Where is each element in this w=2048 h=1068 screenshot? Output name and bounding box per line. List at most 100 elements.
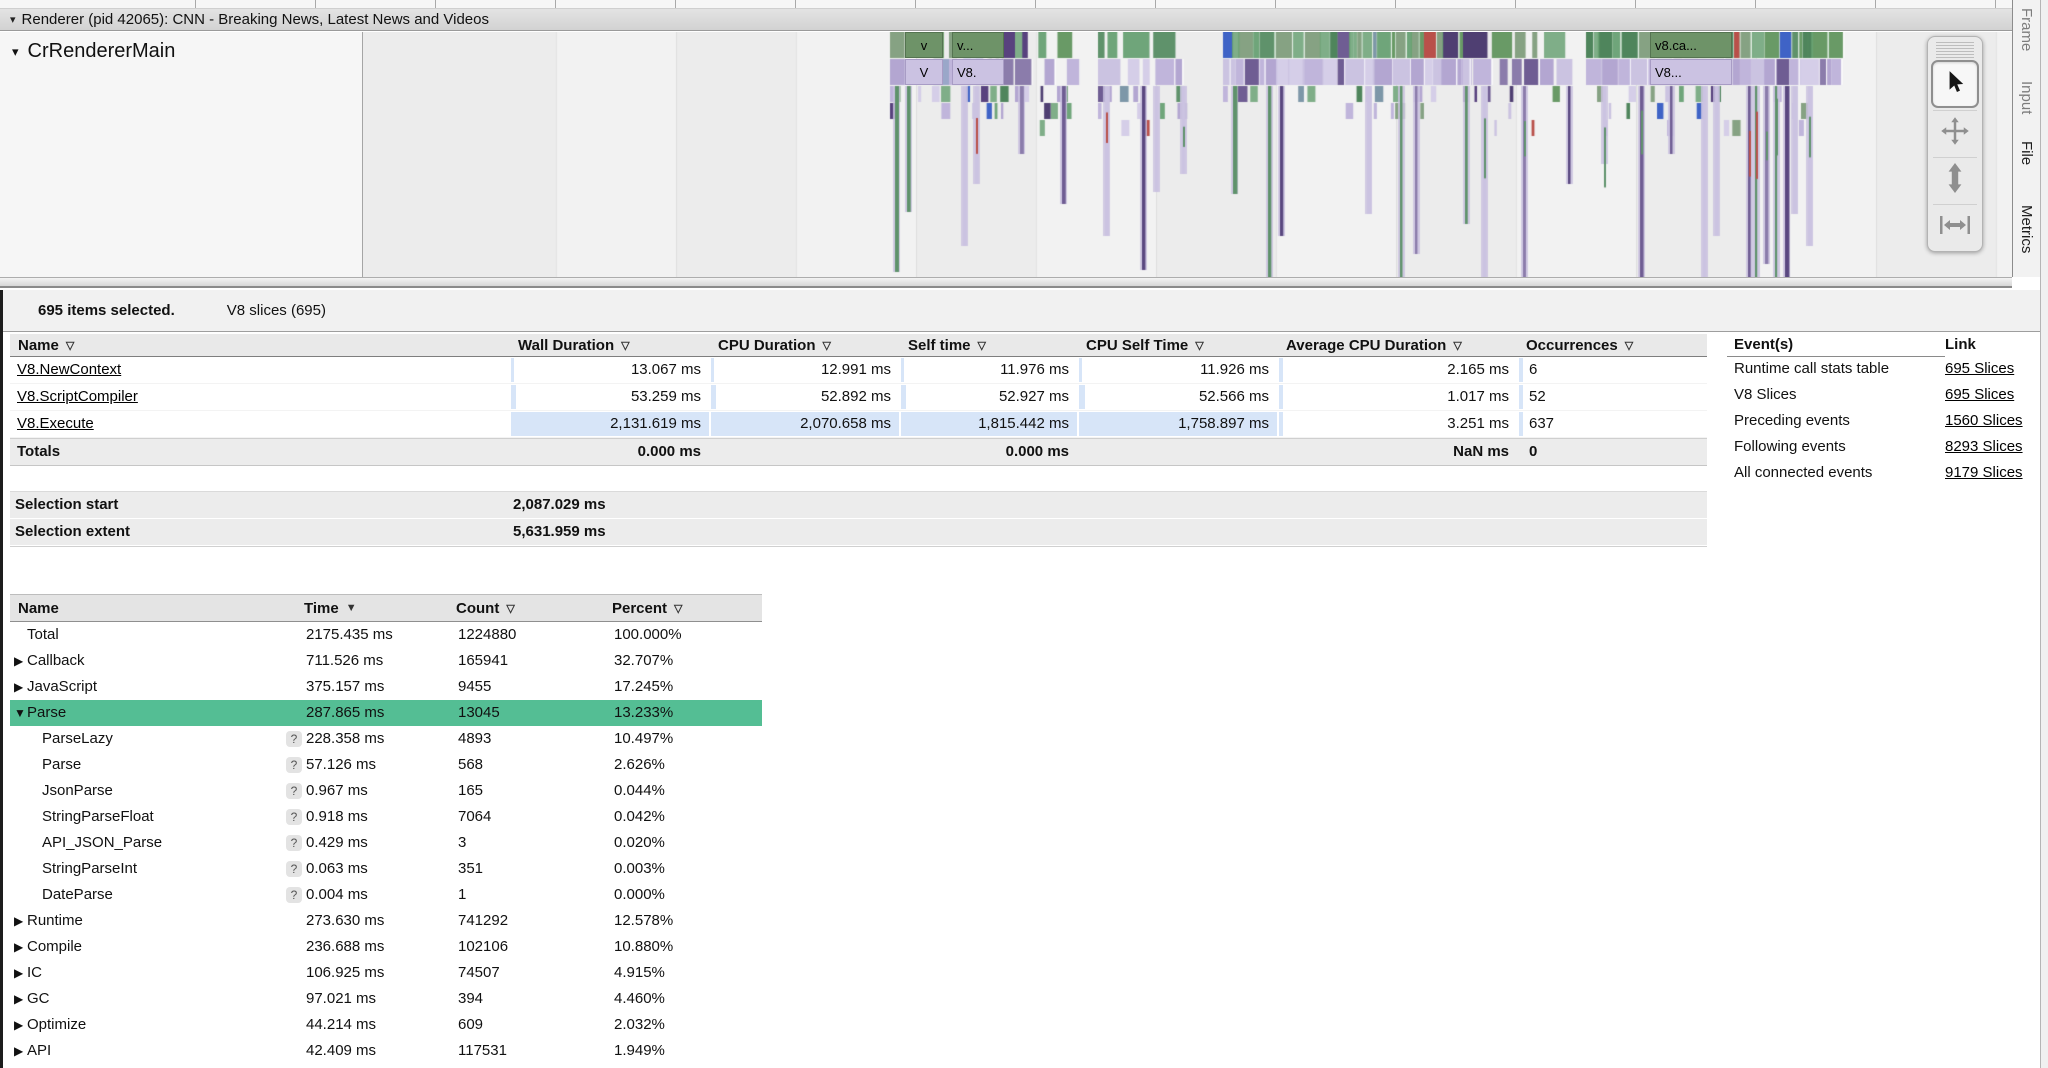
slice-name-cell: V8.ScriptCompiler: [10, 384, 510, 410]
slice-table-row: V8.Execute2,131.619 ms2,070.658 ms1,815.…: [10, 411, 1707, 438]
stats-name-cell: Parse: [10, 752, 286, 778]
badge-cell: ?: [286, 752, 304, 778]
track-header[interactable]: ▾ CrRendererMain: [0, 32, 362, 63]
expand-triangle-icon[interactable]: ▶: [10, 648, 27, 674]
stats-header-percent[interactable]: Percent▽: [612, 595, 762, 621]
expand-triangle-icon[interactable]: ▶: [10, 960, 27, 986]
column-header-wall-duration[interactable]: Wall Duration▽: [510, 334, 710, 356]
column-header-occurrences[interactable]: Occurrences▽: [1518, 334, 1707, 356]
help-badge-icon[interactable]: ?: [286, 783, 302, 799]
stats-row[interactable]: ▶Callback711.526 ms16594132.707%: [10, 648, 762, 674]
flame-slice[interactable]: v...: [952, 32, 1004, 58]
sort-arrow-icon: ▽: [674, 602, 682, 615]
side-tab-frame[interactable]: Frame: [2018, 8, 2035, 51]
expand-triangle-icon[interactable]: ▶: [10, 908, 27, 934]
stats-name-cell: ParseLazy: [10, 726, 286, 752]
event-slices-link[interactable]: 695 Slices: [1945, 360, 2014, 377]
help-badge-icon[interactable]: ?: [286, 731, 302, 747]
stats-row-selected[interactable]: ▼Parse287.865 ms1304513.233%: [10, 700, 762, 726]
flame-chart-canvas[interactable]: [363, 32, 2012, 277]
event-slices-link[interactable]: 1560 Slices: [1945, 412, 2023, 429]
side-tab-file[interactable]: File: [2018, 141, 2035, 165]
value-histogram-bar: [1519, 358, 1523, 382]
expand-triangle-icon[interactable]: ▶: [10, 986, 27, 1012]
expand-triangle-icon[interactable]: ▶: [10, 674, 27, 700]
stats-count-cell: 741292: [456, 908, 612, 934]
stats-row[interactable]: ▶Compile236.688 ms10210610.880%: [10, 934, 762, 960]
pan-button[interactable]: [1933, 110, 1977, 155]
column-header-cpu-self-time[interactable]: CPU Self Time▽: [1078, 334, 1278, 356]
sort-arrow-icon: ▽: [978, 339, 986, 352]
column-label: Average CPU Duration: [1286, 337, 1446, 354]
stats-row[interactable]: ParseLazy?228.358 ms489310.497%: [10, 726, 762, 752]
slice-name-link[interactable]: V8.NewContext: [17, 361, 121, 378]
collapse-triangle-icon[interactable]: ▾: [10, 13, 16, 26]
column-header-cpu-duration[interactable]: CPU Duration▽: [710, 334, 900, 356]
event-slices-link[interactable]: 9179 Slices: [1945, 464, 2023, 481]
side-tab-metrics[interactable]: Metrics: [2018, 205, 2035, 253]
stats-row[interactable]: ▶GC97.021 ms3944.460%: [10, 986, 762, 1012]
expand-triangle-icon[interactable]: ▶: [10, 1012, 27, 1038]
event-slices-link[interactable]: 695 Slices: [1945, 386, 2014, 403]
side-tab-input[interactable]: Input: [2018, 81, 2035, 114]
column-header-average-cpu-duration[interactable]: Average CPU Duration▽: [1278, 334, 1518, 356]
stats-percent-cell: 10.880%: [612, 934, 762, 960]
slice-name-link[interactable]: V8.Execute: [17, 415, 94, 432]
slice-name-link[interactable]: V8.ScriptCompiler: [17, 388, 138, 405]
expand-triangle-icon[interactable]: ▶: [10, 1038, 27, 1064]
flame-chart[interactable]: v v... V V8. v8.ca...V8...: [363, 32, 2012, 277]
event-link-cell: 695 Slices: [1945, 356, 2040, 382]
tab-v8-slices[interactable]: V8 slices (695): [227, 302, 326, 319]
stats-row[interactable]: Parse?57.126 ms5682.626%: [10, 752, 762, 778]
stats-header-count[interactable]: Count▽: [456, 595, 612, 621]
time-ruler: [0, 0, 2012, 9]
analysis-pane: 695 items selected. V8 slices (695) Name…: [0, 290, 2040, 1068]
fit-horizontal-button[interactable]: [1933, 204, 1977, 249]
flame-slice[interactable]: V8...: [1650, 59, 1732, 85]
stats-name-cell: DateParse: [10, 882, 286, 908]
stats-row[interactable]: StringParseFloat?0.918 ms70640.042%: [10, 804, 762, 830]
flame-slice[interactable]: v8.ca...: [1650, 32, 1732, 58]
scrollbar-gutter[interactable]: [2040, 0, 2048, 1068]
help-badge-icon[interactable]: ?: [286, 809, 302, 825]
cursor-arrow-button[interactable]: [1931, 60, 1979, 108]
stats-row[interactable]: ▶Runtime273.630 ms74129212.578%: [10, 908, 762, 934]
help-badge-icon[interactable]: ?: [286, 757, 302, 773]
flame-slice[interactable]: V8.: [952, 59, 1004, 85]
stats-row[interactable]: JsonParse?0.967 ms1650.044%: [10, 778, 762, 804]
toolbar-grip-handle[interactable]: [1936, 42, 1974, 58]
event-slices-link[interactable]: 8293 Slices: [1945, 438, 2023, 455]
stats-row[interactable]: StringParseInt?0.063 ms3510.003%: [10, 856, 762, 882]
process-header[interactable]: ▾ Renderer (pid 42065): CNN - Breaking N…: [0, 9, 2012, 31]
help-badge-icon[interactable]: ?: [286, 861, 302, 877]
stats-row[interactable]: ▶IC106.925 ms745074.915%: [10, 960, 762, 986]
badge-cell: ?: [286, 804, 304, 830]
cpu-duration-cell: 12.991 ms: [710, 357, 900, 383]
stats-row[interactable]: API_JSON_Parse?0.429 ms30.020%: [10, 830, 762, 856]
flame-slice[interactable]: v: [905, 32, 943, 58]
stats-row[interactable]: DateParse?0.004 ms10.000%: [10, 882, 762, 908]
stats-row[interactable]: Total2175.435 ms1224880100.000%: [10, 622, 762, 648]
flame-slice[interactable]: V: [905, 59, 943, 85]
collapse-triangle-icon[interactable]: ▼: [10, 700, 27, 726]
pane-splitter[interactable]: [0, 277, 2012, 288]
event-label: Preceding events: [1727, 408, 1945, 434]
column-header-self-time[interactable]: Self time▽: [900, 334, 1078, 356]
collapse-triangle-icon[interactable]: ▾: [12, 44, 19, 60]
cell-value: 52: [1529, 384, 1546, 410]
stats-time-cell: 42.409 ms: [304, 1038, 456, 1064]
stats-row[interactable]: ▶JavaScript375.157 ms945517.245%: [10, 674, 762, 700]
stats-header-time[interactable]: Time▼: [304, 595, 456, 621]
cell-value: 52.927 ms: [999, 384, 1069, 410]
value-histogram-bar: [511, 385, 516, 409]
expand-triangle-icon[interactable]: ▶: [10, 934, 27, 960]
stats-percent-cell: 10.497%: [612, 726, 762, 752]
stats-row[interactable]: ▶Optimize44.214 ms6092.032%: [10, 1012, 762, 1038]
zoom-vertical-button[interactable]: [1933, 157, 1977, 202]
stats-row[interactable]: ▶API42.409 ms1175311.949%: [10, 1038, 762, 1064]
badge-cell: [286, 960, 304, 986]
help-badge-icon[interactable]: ?: [286, 835, 302, 851]
help-badge-icon[interactable]: ?: [286, 887, 302, 903]
stats-header-name[interactable]: Name: [10, 595, 286, 621]
column-header-name[interactable]: Name▽: [10, 334, 510, 356]
